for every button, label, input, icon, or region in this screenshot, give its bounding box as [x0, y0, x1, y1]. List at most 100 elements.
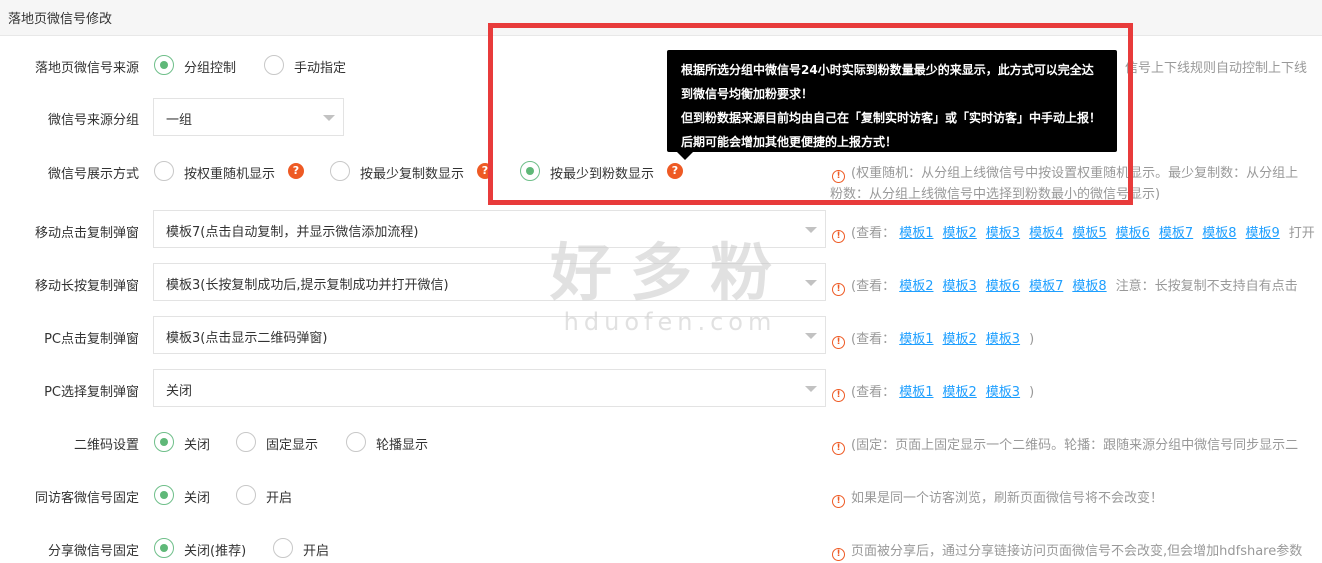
- mobile-long-select[interactable]: 模板3(长按复制成功后,提示复制成功并打开微信): [153, 263, 826, 301]
- row-label: PC选择复制弹窗: [44, 385, 139, 400]
- template-link[interactable]: 模板3: [986, 332, 1020, 347]
- template-link[interactable]: 模板8: [1072, 279, 1106, 294]
- mobile-long-tip: ! (查看： 模板2 模板3 模板6 模板7 模板8 注意：长按复制不支持自有点击: [832, 275, 1298, 296]
- template-link[interactable]: 模板6: [1116, 226, 1150, 241]
- row-label: 分享微信号固定: [47, 544, 139, 559]
- chevron-down-icon: [805, 280, 817, 286]
- row-label: 移动点击复制弹窗: [34, 226, 139, 241]
- select-value: 一组: [166, 113, 193, 128]
- tooltip-line: 后期可能会增加其他更便捷的上报方式！: [681, 135, 898, 149]
- radio-label[interactable]: 按最少到粉数显示: [550, 163, 654, 182]
- row-label: PC点击复制弹窗: [44, 332, 139, 347]
- tooltip-arrow: [677, 152, 693, 160]
- tooltip-line: 根据所选分组中微信号24小时实际到粉数量最少的来显示，此方式可以完全达: [681, 63, 1094, 77]
- radio-visitor-off[interactable]: [154, 485, 174, 505]
- pc-select-tip: ! (查看： 模板1 模板2 模板3): [832, 381, 1034, 402]
- radio-label[interactable]: 按权重随机显示: [184, 163, 275, 182]
- template-link[interactable]: 模板2: [899, 279, 933, 294]
- info-icon: !: [832, 230, 845, 243]
- row-label: 二维码设置: [73, 438, 139, 453]
- radio-label[interactable]: 关闭(推荐): [184, 540, 246, 559]
- radio-label[interactable]: 按最少复制数显示: [360, 163, 464, 182]
- info-icon: !: [832, 548, 845, 561]
- group-select[interactable]: 一组: [153, 98, 344, 136]
- select-value: 关闭: [166, 384, 193, 399]
- template-link[interactable]: 模板3: [986, 226, 1020, 241]
- template-link[interactable]: 模板4: [1029, 226, 1063, 241]
- mobile-click-tip: ! (查看： 模板1 模板2 模板3 模板4 模板5 模板6 模板7 模板8 模板9 打开: [832, 222, 1315, 243]
- radio-qrcode-carousel[interactable]: [346, 432, 366, 452]
- info-icon: !: [832, 336, 845, 349]
- tooltip-line: 但到粉数据来源目前均由自己在「复制实时访客」或「实时访客」中手动上报！: [681, 111, 1102, 125]
- info-icon: !: [832, 495, 845, 508]
- radio-share-on[interactable]: [273, 538, 293, 558]
- radio-visitor-on[interactable]: [236, 485, 256, 505]
- radio-min-fans[interactable]: [520, 161, 540, 181]
- radio-label[interactable]: 关闭: [184, 434, 210, 453]
- visitor-tip: ! 如果是同一个访客浏览，刷新页面微信号将不会改变！: [832, 487, 1163, 508]
- page-title: 落地页微信号修改: [8, 12, 113, 27]
- info-icon: !: [832, 389, 845, 402]
- template-link[interactable]: 模板1: [899, 385, 933, 400]
- chevron-down-icon: [805, 227, 817, 233]
- display-tip-line2: 粉数：从分组上线微信号中选择到粉数最小的微信号显示): [830, 187, 1161, 202]
- template-link[interactable]: 模板7: [1029, 279, 1063, 294]
- pc-click-select[interactable]: 模板3(点击显示二维码弹窗): [153, 316, 826, 354]
- qrcode-tip: ! (固定：页面上固定显示一个二维码。轮播：跟随来源分组中微信号同步显示二: [832, 434, 1298, 455]
- template-link[interactable]: 模板7: [1159, 226, 1193, 241]
- radio-share-off[interactable]: [154, 538, 174, 558]
- tooltip-line: 到微信号均衡加粉要求！: [681, 87, 814, 101]
- row-label: 移动长按复制弹窗: [34, 279, 139, 294]
- source-tip: 信号上下线规则自动控制上下线: [1125, 61, 1308, 76]
- row-share: 分享微信号固定 关闭(推荐) 开启 ! 页面被分享后，通过分享链接访问页面微信号不…: [0, 538, 1322, 561]
- mobile-click-select[interactable]: 模板7(点击自动复制，并显示微信添加流程): [153, 210, 826, 248]
- chevron-down-icon: [323, 115, 335, 121]
- radio-min-copy[interactable]: [330, 161, 350, 181]
- template-link[interactable]: 模板1: [899, 332, 933, 347]
- radio-manual[interactable]: [264, 55, 284, 75]
- radio-group-control[interactable]: [154, 55, 174, 75]
- chevron-down-icon: [805, 386, 817, 392]
- radio-label[interactable]: 开启: [303, 540, 329, 559]
- display-tip: ! (权重随机：从分组上线微信号中按设置权重随机显示。最少复制数：从分组上: [832, 162, 1298, 183]
- question-icon[interactable]: ?: [288, 163, 304, 179]
- row-source: 落地页微信号来源 分组控制 手动指定 信号上下线规则自动控制上下线: [0, 55, 1322, 76]
- template-link[interactable]: 模板8: [1202, 226, 1236, 241]
- select-value: 模板7(点击自动复制，并显示微信添加流程): [166, 225, 419, 240]
- radio-label[interactable]: 固定显示: [266, 434, 318, 453]
- question-icon[interactable]: ?: [667, 163, 683, 179]
- template-link[interactable]: 模板2: [943, 332, 977, 347]
- display-mode-tooltip: 根据所选分组中微信号24小时实际到粉数量最少的来显示，此方式可以完全达 到微信号…: [667, 50, 1117, 160]
- radio-label[interactable]: 开启: [266, 487, 292, 506]
- row-label: 同访客微信号固定: [34, 491, 139, 506]
- template-link[interactable]: 模板3: [943, 279, 977, 294]
- radio-label[interactable]: 轮播显示: [376, 434, 428, 453]
- template-link[interactable]: 模板3: [986, 385, 1020, 400]
- pc-select-select[interactable]: 关闭: [153, 369, 826, 407]
- question-icon[interactable]: ?: [477, 163, 493, 179]
- row-label: 微信号来源分组: [47, 113, 139, 128]
- info-icon: !: [832, 170, 845, 183]
- template-link[interactable]: 模板6: [986, 279, 1020, 294]
- radio-qrcode-off[interactable]: [154, 432, 174, 452]
- info-icon: !: [832, 442, 845, 455]
- template-link[interactable]: 模板1: [899, 226, 933, 241]
- row-qrcode: 二维码设置 关闭 固定显示 轮播显示 ! (固定：页面上固定显示一个二维码。轮播：…: [0, 432, 1322, 455]
- info-icon: !: [832, 283, 845, 296]
- row-display: 微信号展示方式 按权重随机显示 ? 按最少复制数显示 ? 按最少到粉数显示 ? …: [0, 161, 1322, 202]
- radio-label[interactable]: 手动指定: [294, 57, 346, 76]
- template-link[interactable]: 模板2: [943, 385, 977, 400]
- row-label: 落地页微信号来源: [34, 61, 139, 76]
- pc-click-tip: ! (查看： 模板1 模板2 模板3): [832, 328, 1034, 349]
- radio-label[interactable]: 关闭: [184, 487, 210, 506]
- template-link[interactable]: 模板5: [1072, 226, 1106, 241]
- template-link[interactable]: 模板2: [943, 226, 977, 241]
- template-link[interactable]: 模板9: [1245, 226, 1279, 241]
- row-label: 微信号展示方式: [47, 167, 139, 182]
- page-header: 落地页微信号修改: [0, 0, 1322, 36]
- radio-weight-random[interactable]: [154, 161, 174, 181]
- share-tip: ! 页面被分享后，通过分享链接访问页面微信号不会改变,但会增加hdfshare参数: [832, 540, 1302, 561]
- radio-qrcode-fixed[interactable]: [236, 432, 256, 452]
- chevron-down-icon: [805, 333, 817, 339]
- radio-label[interactable]: 分组控制: [184, 57, 236, 76]
